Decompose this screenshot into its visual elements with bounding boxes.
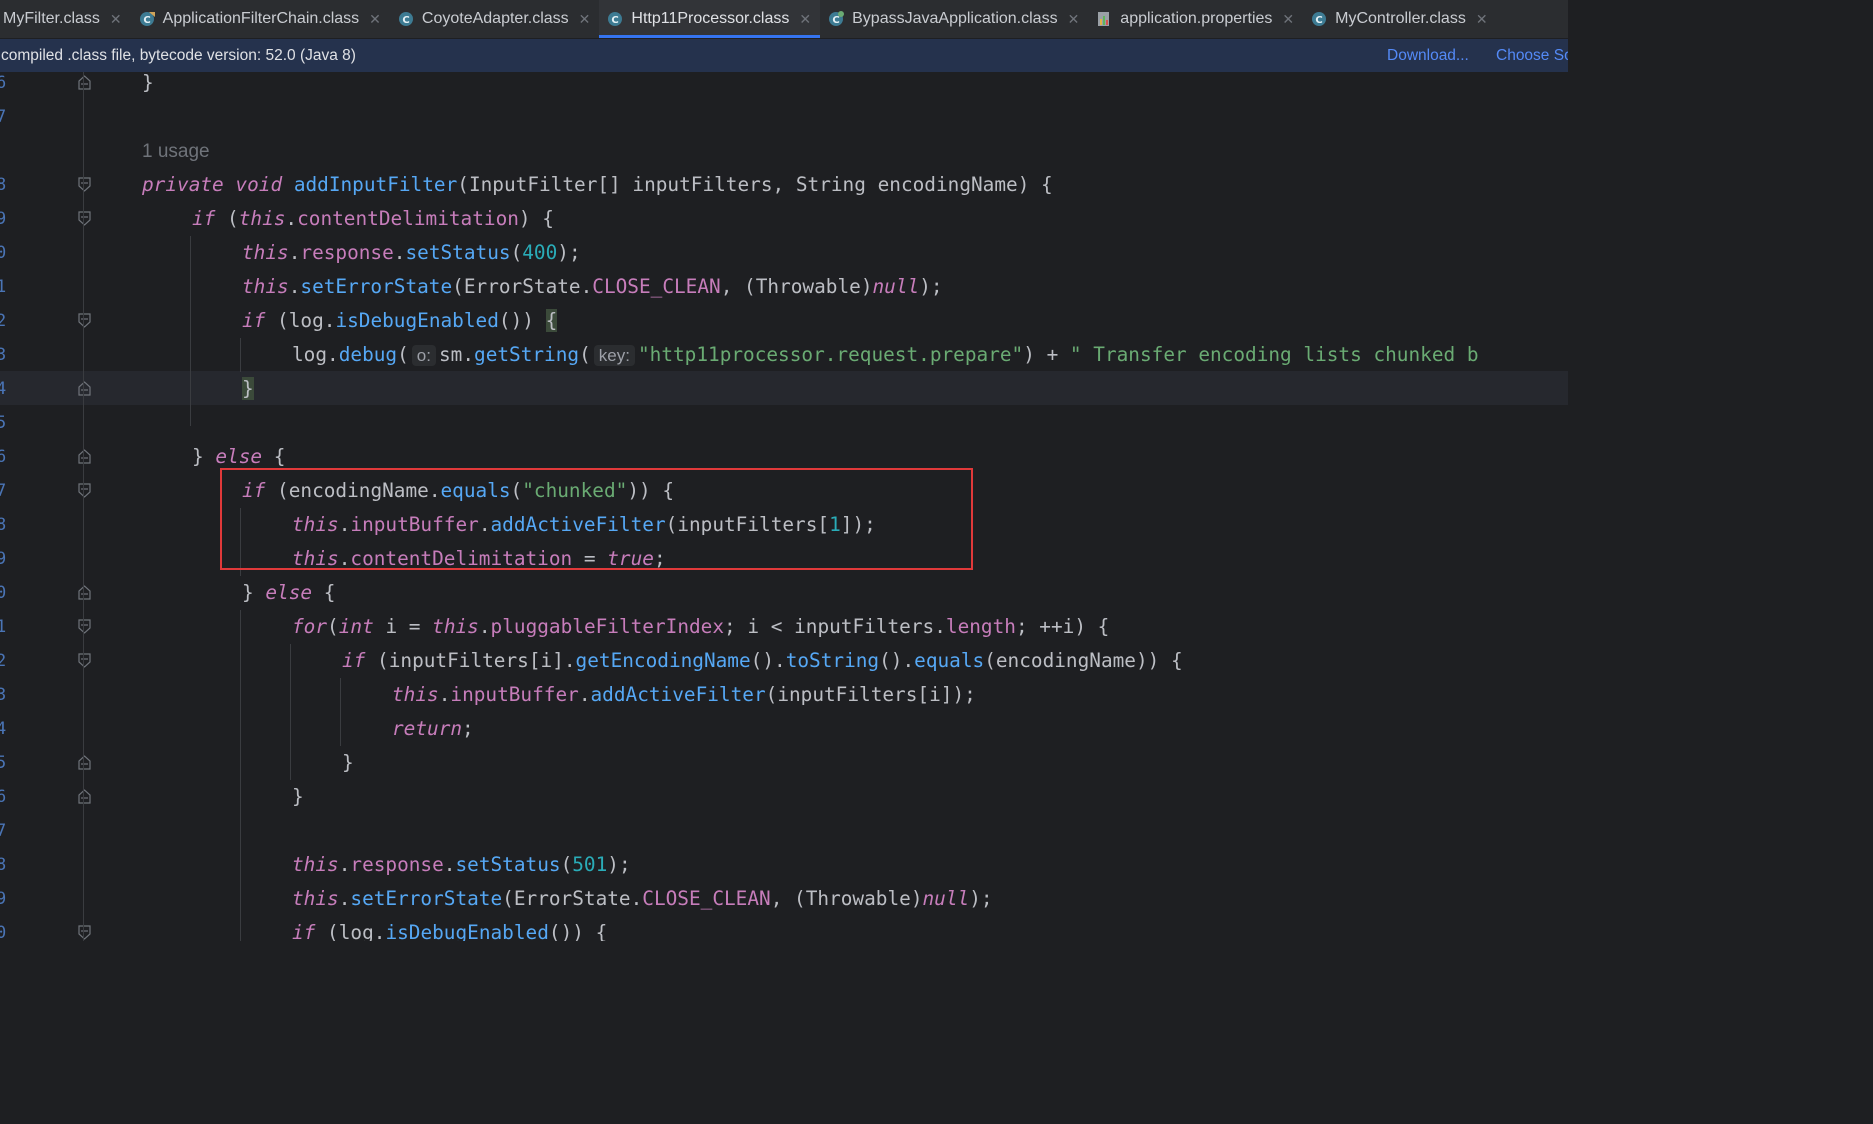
code-line: private void addInputFilter(InputFilter[…	[142, 173, 1053, 196]
usage-count: 1 usage	[142, 141, 210, 162]
close-icon[interactable]: ✕	[110, 12, 122, 26]
tab-label: MyController.class	[1335, 10, 1466, 27]
svg-text:C: C	[612, 15, 619, 26]
code-line: } else {	[242, 581, 336, 604]
code-editor[interactable]: 6 7 8 9 0 1 2 3 4 5 6 7 8 9 0 1 2 3 4 5 …	[0, 72, 1568, 941]
class-icon: C	[398, 12, 413, 26]
code-line: this.response.setStatus(501);	[292, 853, 631, 876]
code-line: return;	[392, 717, 474, 740]
svg-text:C: C	[832, 15, 839, 26]
code-line: if (this.contentDelimitation) {	[192, 207, 554, 230]
usage-hint[interactable]: 1 usage	[142, 134, 210, 168]
svg-text:C: C	[402, 15, 409, 26]
code-line: } else {	[192, 445, 286, 468]
tab-mycontroller-class[interactable]: C MyController.class ✕	[1303, 0, 1496, 38]
parameter-hint: key:	[593, 345, 635, 366]
tab-label: MyFilter.class	[3, 10, 100, 27]
class-icon: C	[608, 12, 623, 26]
close-icon[interactable]: ✕	[579, 12, 591, 26]
code-line: if (encodingName.equals("chunked")) {	[242, 479, 675, 502]
choose-sources-link[interactable]: Choose So	[1496, 39, 1568, 72]
tab-label: BypassJavaApplication.class	[852, 10, 1058, 27]
tab-label: ApplicationFilterChain.class	[162, 10, 360, 27]
code-line: }	[142, 72, 154, 94]
decompiled-notice-banner: compiled .class file, bytecode version: …	[0, 39, 1568, 72]
close-icon[interactable]: ✕	[799, 12, 811, 26]
code-line: for(int i = this.pluggableFilterIndex; i…	[292, 615, 1110, 638]
bytecode-version-text: compiled .class file, bytecode version: …	[1, 47, 356, 64]
code-line: if (log.isDebugEnabled()) {	[242, 309, 558, 332]
tab-coyoteadapter-class[interactable]: C CoyoteAdapter.class ✕	[390, 0, 599, 38]
code-lines: } 1 usage private void addInputFilter(In…	[0, 72, 1568, 941]
code-line: }	[342, 751, 354, 774]
tab-http11processor-class[interactable]: C Http11Processor.class ✕	[599, 0, 821, 38]
class-icon: C	[139, 12, 155, 26]
tab-myfilter-class[interactable]: MyFilter.class ✕	[0, 0, 131, 38]
close-icon[interactable]: ✕	[1068, 12, 1080, 26]
svg-text:C: C	[143, 15, 150, 26]
editor-tab-bar: MyFilter.class ✕ C ApplicationFilterChai…	[0, 0, 1568, 39]
code-line: this.setErrorState(ErrorState.CLOSE_CLEA…	[242, 275, 943, 298]
code-line: }	[292, 785, 304, 808]
code-line: log.debug(o: sm.getString(key: "http11proc…	[292, 343, 1479, 366]
class-icon: C	[1312, 12, 1327, 26]
close-icon[interactable]: ✕	[369, 12, 381, 26]
spring-class-icon: C	[829, 11, 845, 26]
code-line: this.contentDelimitation = true;	[292, 547, 666, 570]
code-line: if (log.isDebugEnabled()) {	[292, 921, 608, 941]
tab-label: Http11Processor.class	[631, 10, 790, 27]
close-icon[interactable]: ✕	[1282, 12, 1294, 26]
ide-window: MyFilter.class ✕ C ApplicationFilterChai…	[0, 0, 1568, 941]
code-line: if (inputFilters[i].getEncodingName().to…	[342, 649, 1183, 672]
tab-applicationfilterchain-class[interactable]: C ApplicationFilterChain.class ✕	[131, 0, 390, 38]
code-line: this.inputBuffer.addActiveFilter(inputFi…	[392, 683, 976, 706]
parameter-hint: o:	[411, 345, 436, 366]
code-line: this.response.setStatus(400);	[242, 241, 581, 264]
download-sources-link[interactable]: Download...	[1387, 39, 1469, 72]
code-line: this.setErrorState(ErrorState.CLOSE_CLEA…	[292, 887, 993, 910]
code-line: }	[242, 377, 254, 400]
code-line: this.inputBuffer.addActiveFilter(inputFi…	[292, 513, 876, 536]
properties-file-icon	[1098, 12, 1110, 26]
tab-application-properties[interactable]: application.properties ✕	[1088, 0, 1303, 38]
tab-label: application.properties	[1120, 10, 1273, 27]
tab-label: CoyoteAdapter.class	[421, 10, 569, 27]
svg-text:C: C	[1315, 15, 1322, 26]
close-icon[interactable]: ✕	[1476, 12, 1488, 26]
tab-bypassjavaapplication-class[interactable]: C BypassJavaApplication.class ✕	[820, 0, 1088, 38]
